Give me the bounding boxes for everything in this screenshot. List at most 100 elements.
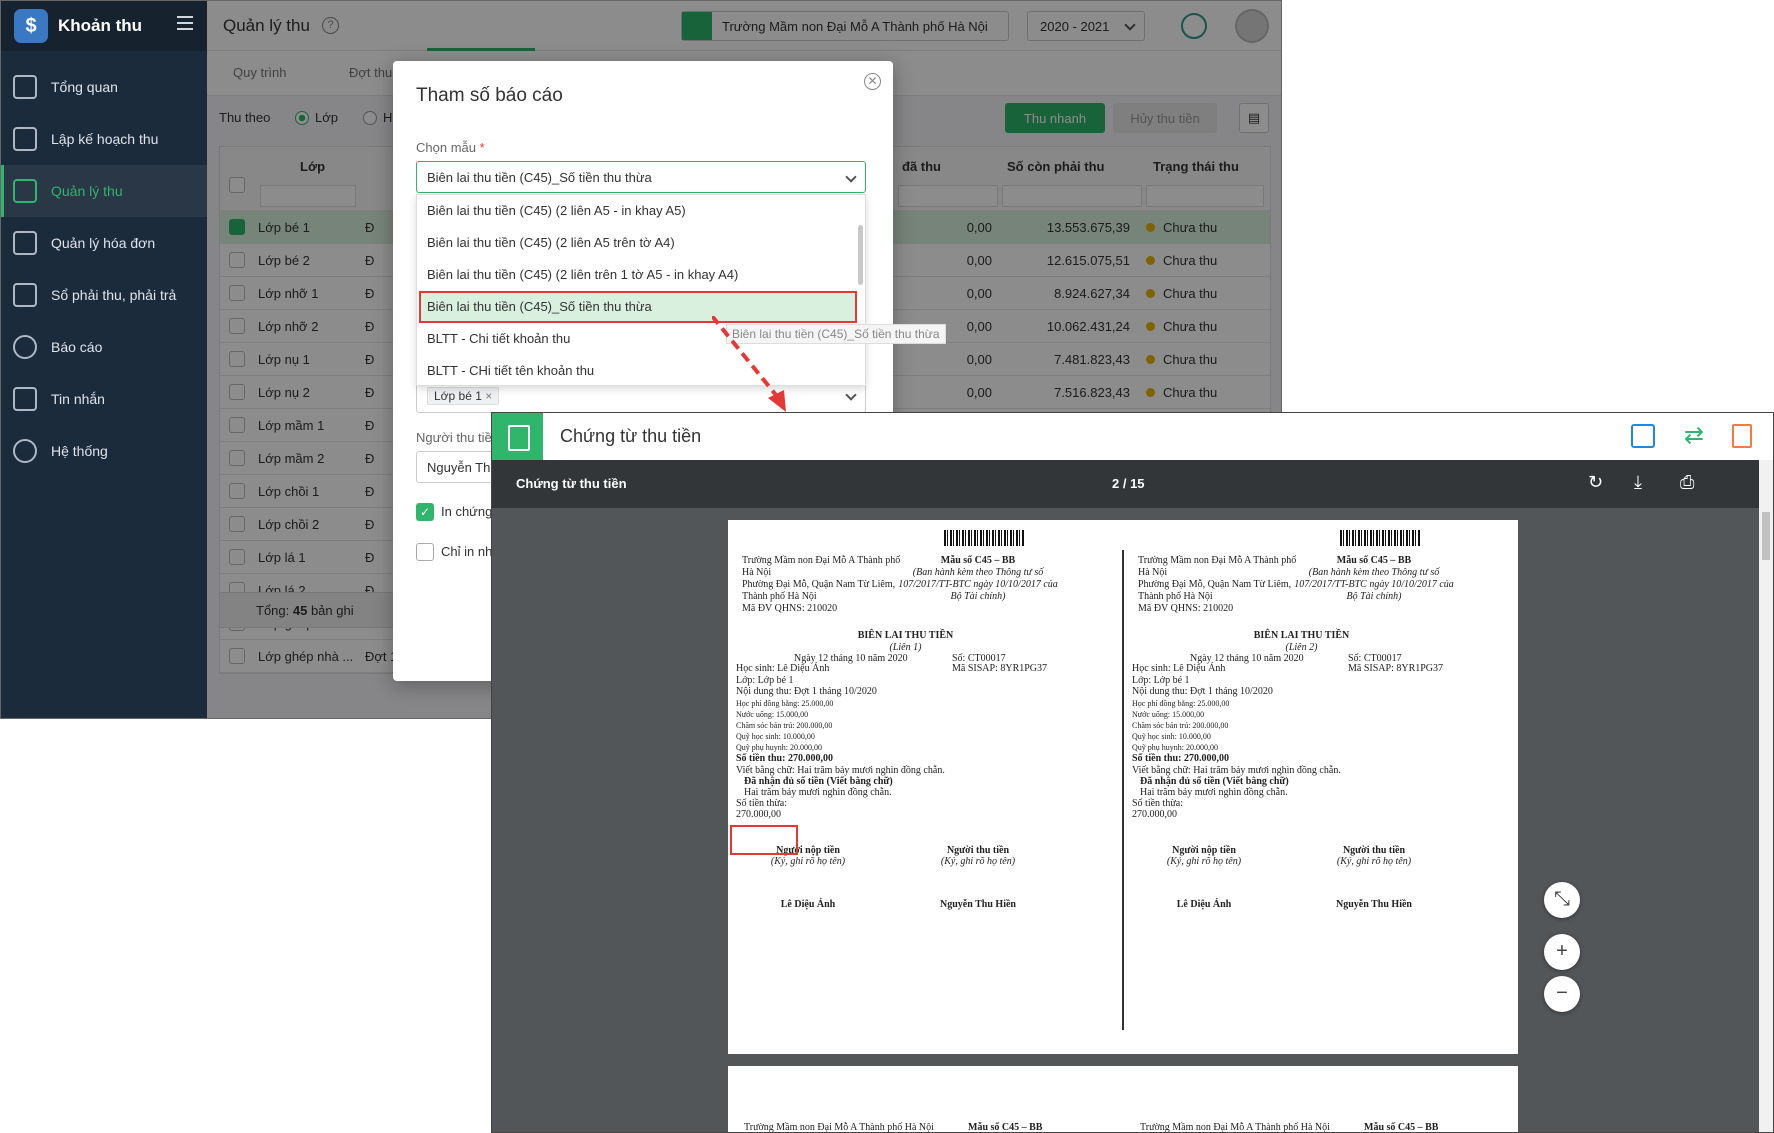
- class-tag-label: Lớp bé 1: [434, 389, 482, 403]
- template-label: Chọn mẫu *: [416, 140, 485, 155]
- only-print-checkbox-label: Chỉ in nh: [441, 544, 493, 559]
- required-mark: *: [479, 140, 485, 155]
- money-hand-icon: [13, 179, 37, 203]
- template-option[interactable]: Biên lai thu tiền (C45) (2 liên trên 1 t…: [417, 259, 865, 291]
- page-indicator: 2 / 15: [1112, 476, 1145, 491]
- receipt-excess-value: 270.000,00: [1132, 809, 1177, 820]
- zoom-out-icon[interactable]: −: [1544, 976, 1580, 1012]
- receipt-collector-sign: (Ký, ghi rõ họ tên): [940, 856, 1016, 867]
- receipt-heading: BIÊN LAI THU TIỀN: [857, 630, 954, 641]
- highlight-excess: [730, 825, 798, 855]
- dropdown-scrollbar[interactable]: [858, 225, 863, 285]
- red-arrow: [712, 316, 786, 412]
- brand: $ Khoản thu: [1, 1, 207, 51]
- nav-quan-ly-thu[interactable]: Quản lý thu: [1, 165, 207, 217]
- pdf-canvas[interactable]: Trường Mầm non Đại Mỗ A Thành phố Hà Nội…: [492, 508, 1759, 1132]
- next-form-2: Mẫu số C45 – BB: [1364, 1122, 1439, 1132]
- template-label-text: Chọn mẫu: [416, 140, 476, 155]
- message-icon: [13, 387, 37, 411]
- nav-label: Báo cáo: [51, 339, 103, 355]
- nav-label: Sổ phải thu, phải trả: [51, 287, 177, 303]
- brand-name: Khoản thu: [58, 16, 143, 35]
- collector-value: Nguyễn Th: [427, 460, 491, 475]
- receipt-amount: Số tiền thu: 270.000,00: [736, 753, 833, 764]
- nav-quan-ly-hoa-don[interactable]: Quản lý hóa đơn: [1, 217, 207, 269]
- template-dropdown: Biên lai thu tiền (C45) (2 liên A5 - in …: [416, 194, 866, 386]
- hamburger-menu-icon[interactable]: [177, 16, 193, 30]
- gear-icon: [13, 439, 37, 463]
- nav-label: Tổng quan: [51, 79, 118, 95]
- print-icon[interactable]: ⎙: [1680, 472, 1694, 493]
- template-option[interactable]: Biên lai thu tiền (C45) (2 liên A5 - in …: [417, 195, 865, 227]
- template-option[interactable]: Biên lai thu tiền (C45) (2 liên A5 trên …: [417, 227, 865, 259]
- nav-so-phai-thu[interactable]: Sổ phải thu, phải trả: [1, 269, 207, 321]
- rotate-icon[interactable]: ↻: [1588, 472, 1603, 493]
- fit-icon[interactable]: ⤡: [1544, 882, 1580, 918]
- receipt-form-note: (Ban hành kèm theo Thông tư số 107/2017/…: [1294, 567, 1454, 602]
- receipt-address: Phường Đại Mỗ, Quận Nam Từ Liêm, Thành p…: [742, 579, 896, 602]
- nav-label: Quản lý thu: [51, 183, 123, 199]
- pie-icon: [13, 335, 37, 359]
- chart-icon: [13, 75, 37, 99]
- pdf-title: Chứng từ thu tiền: [516, 476, 627, 491]
- pdf-toolbar: Chứng từ thu tiền 2 / 15 ↻ ⤓ ⎙: [492, 460, 1759, 508]
- template-option[interactable]: BLTT - CHi tiết tên khoản thu: [417, 355, 865, 385]
- receipt-copy-1: Trường Mầm non Đại Mỗ A Thành phố Hà Nội…: [728, 520, 1122, 1054]
- nav-tin-nhan[interactable]: Tin nhắn: [1, 373, 207, 425]
- receipt-student: Học sinh: Lê Diệu Ánh: [1132, 663, 1226, 674]
- sidebar: $ Khoản thu Tổng quan Lập kế hoạch thu Q…: [1, 1, 207, 718]
- download-icon[interactable]: ⤓: [1634, 472, 1642, 493]
- print-checkbox-label: In chứng: [441, 504, 493, 519]
- dialog-title: Tham số báo cáo: [416, 85, 563, 106]
- chevron-down-icon: [845, 389, 857, 401]
- receipt-copy-2: Trường Mầm non Đại Mỗ A Thành phố Hà Nội…: [1124, 520, 1518, 1054]
- nav-label: Tin nhắn: [51, 391, 105, 407]
- refresh-icon[interactable]: ⇄: [1684, 421, 1704, 450]
- receipt-form-note: (Ban hành kèm theo Thông tư số 107/2017/…: [898, 567, 1058, 602]
- scroll-thumb[interactable]: [1762, 512, 1770, 560]
- chevron-down-icon: [845, 171, 857, 183]
- close-icon[interactable]: ✕: [864, 73, 881, 90]
- viewer-scrollbar[interactable]: [1759, 460, 1773, 1132]
- invoice-icon: [13, 231, 37, 255]
- receipt-collector-name: Nguyễn Thu Hiền: [1336, 899, 1412, 910]
- only-print-checkbox[interactable]: [416, 543, 434, 561]
- receipt-payer-name: Lê Diệu Ánh: [1176, 899, 1232, 910]
- template-select[interactable]: Biên lai thu tiền (C45)_Số tiền thu thừa: [416, 161, 866, 193]
- nav-label: Lập kế hoạch thu: [51, 131, 159, 147]
- nav-he-thong[interactable]: Hệ thống: [1, 425, 207, 477]
- receipt-collector-name: Nguyễn Thu Hiền: [940, 899, 1016, 910]
- viewer-header: Chứng từ thu tiền ⇄: [492, 413, 1773, 460]
- document-icon: [492, 413, 543, 460]
- nav-lap-ke-hoach-thu[interactable]: Lập kế hoạch thu: [1, 113, 207, 165]
- next-school-2: Trường Mầm non Đại Mỗ A Thành phố Hà Nội: [1140, 1122, 1330, 1132]
- nav-bao-cao[interactable]: Báo cáo: [1, 321, 207, 373]
- calendar-icon: [13, 127, 37, 151]
- save-icon[interactable]: [1631, 424, 1655, 448]
- nav-tong-quan[interactable]: Tổng quan: [1, 61, 207, 113]
- receipt-heading: BIÊN LAI THU TIỀN: [1253, 630, 1350, 641]
- nav-label: Quản lý hóa đơn: [51, 235, 156, 251]
- dollar-logo-icon: $: [14, 9, 48, 43]
- receipt-page-next: Trường Mầm non Đại Mỗ A Thành phố Hà Nội…: [728, 1066, 1518, 1132]
- ledger-icon: [13, 283, 37, 307]
- next-form: Mẫu số C45 – BB: [968, 1122, 1043, 1132]
- receipt-page: Trường Mầm non Đại Mỗ A Thành phố Hà Nội…: [728, 520, 1518, 1054]
- receipt-form: Mẫu số C45 – BB: [1336, 555, 1412, 566]
- receipt-sisap: Mã SISAP: 8YR1PG37: [952, 663, 1048, 674]
- template-select-value: Biên lai thu tiền (C45)_Số tiền thu thừa: [427, 170, 652, 185]
- receipt-payer-name: Lê Diệu Ánh: [780, 899, 836, 910]
- receipt-content: Nội dung thu: Đợt 1 tháng 10/2020: [1132, 686, 1273, 697]
- receipt-form: Mẫu số C45 – BB: [940, 555, 1016, 566]
- class-tag[interactable]: Lớp bé 1 ×: [427, 387, 500, 405]
- receipt-viewer-window: Chứng từ thu tiền ⇄ Chứng từ thu tiền 2 …: [491, 412, 1774, 1133]
- receipt-school: Trường Mầm non Đại Mỗ A Thành phố Hà Nội: [742, 555, 901, 578]
- receipt-amount: Số tiền thu: 270.000,00: [1132, 753, 1229, 764]
- print-checkbox[interactable]: ✓: [416, 503, 434, 521]
- exit-icon[interactable]: [1732, 424, 1752, 448]
- receipt-school: Trường Mầm non Đại Mỗ A Thành phố Hà Nội: [1138, 555, 1297, 578]
- zoom-in-icon[interactable]: +: [1544, 934, 1580, 970]
- receipt-payer-sign: (Ký, ghi rõ họ tên): [770, 856, 846, 867]
- remove-tag-icon[interactable]: ×: [485, 389, 492, 403]
- receipt-payer-sign: (Ký, ghi rõ họ tên): [1166, 856, 1242, 867]
